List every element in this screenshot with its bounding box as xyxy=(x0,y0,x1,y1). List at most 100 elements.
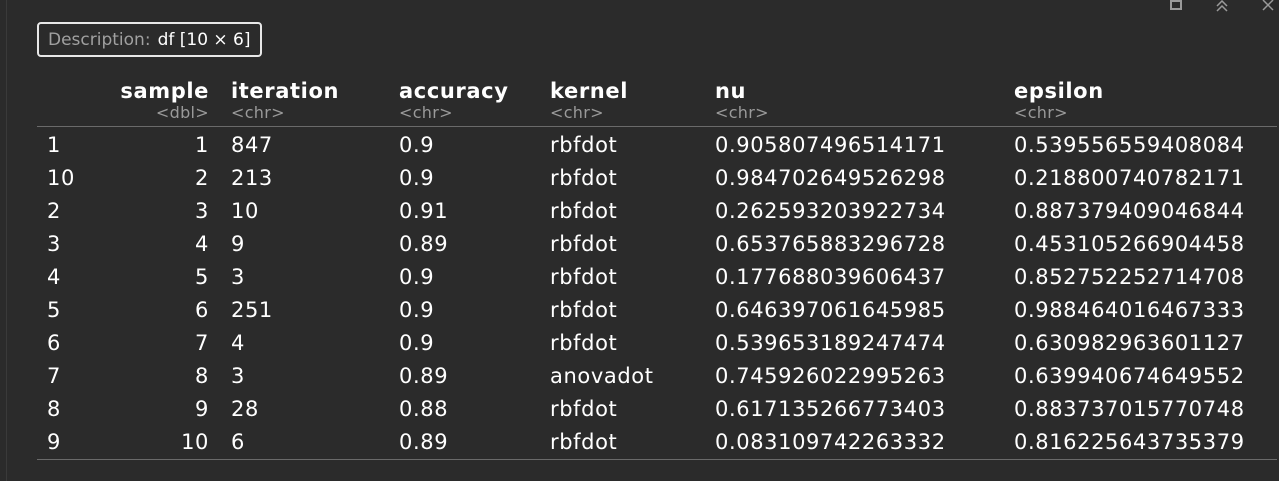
table-row: 3 4 9 0.89 rbfdot 0.653765883296728 0.45310526… xyxy=(37,228,1277,261)
column-name: epsilon xyxy=(1014,79,1104,103)
iteration-cell: 6 xyxy=(209,426,399,460)
description-badge: Description: df [10 × 6] xyxy=(37,22,262,57)
accuracy-cell: 0.9 xyxy=(399,166,435,190)
sample-cell: 8 xyxy=(195,364,209,388)
nu-cell: 0.083109742263332 xyxy=(701,426,1014,460)
epsilon-cell: 0.816225643735379 xyxy=(1014,426,1277,460)
column-type: <chr> xyxy=(715,103,769,122)
table-row: 5 6 251 0.9 rbfdot 0.646397061645985 0.9884640… xyxy=(37,294,1277,327)
kernel-cell: rbfdot xyxy=(550,265,618,289)
sample-cell: 3 xyxy=(195,199,209,223)
column-header-sample[interactable]: sample <dbl> xyxy=(107,76,209,127)
iteration-cell: 10 xyxy=(231,199,259,223)
table-row: 2 3 10 0.91 rbfdot 0.262593203922734 0.8873794… xyxy=(37,195,1277,228)
column-name: iteration xyxy=(231,79,340,103)
column-type: <chr> xyxy=(550,103,604,122)
nu-cell: 0.653765883296728 xyxy=(715,232,946,256)
accuracy-cell: 0.91 xyxy=(399,199,449,223)
row-name-cell: 4 xyxy=(47,265,61,289)
data-viewer-panel: Description: df [10 × 6] sample <dbl> it… xyxy=(0,0,1279,481)
iteration-cell: 9 xyxy=(231,232,245,256)
epsilon-cell: 0.883737015770748 xyxy=(1014,397,1245,421)
accuracy-cell: 0.89 xyxy=(399,232,449,256)
column-type: <chr> xyxy=(1014,103,1068,122)
column-header-rownames xyxy=(37,76,107,127)
iteration-cell: 213 xyxy=(231,166,273,190)
sample-cell: 2 xyxy=(195,166,209,190)
kernel-cell: rbfdot xyxy=(550,331,618,355)
column-type: <dbl> xyxy=(155,103,209,122)
row-name-cell: 7 xyxy=(47,364,61,388)
broom-icon[interactable] xyxy=(1165,0,1187,16)
column-header-kernel[interactable]: kernel <chr> xyxy=(550,76,701,127)
close-icon[interactable] xyxy=(1257,0,1279,16)
kernel-cell: rbfdot xyxy=(550,133,618,157)
iteration-cell: 847 xyxy=(231,133,273,157)
sample-cell: 6 xyxy=(195,298,209,322)
table-row: 6 7 4 0.9 rbfdot 0.539653189247474 0.630982963… xyxy=(37,327,1277,360)
table-row: 1 1 847 0.9 rbfdot 0.905807496514171 0.5395565… xyxy=(37,127,1277,163)
row-name-cell: 9 xyxy=(37,426,107,460)
iteration-cell: 4 xyxy=(231,331,245,355)
column-type: <chr> xyxy=(399,103,453,122)
accuracy-cell: 0.89 xyxy=(399,364,449,388)
row-name-cell: 1 xyxy=(47,133,61,157)
nu-cell: 0.984702649526298 xyxy=(715,166,946,190)
sample-cell: 10 xyxy=(107,426,209,460)
data-table-container: sample <dbl> iteration <chr> accuracy <c… xyxy=(37,76,1277,460)
nu-cell: 0.177688039606437 xyxy=(715,265,946,289)
kernel-cell: rbfdot xyxy=(550,298,618,322)
nu-cell: 0.646397061645985 xyxy=(715,298,946,322)
table-header-row: sample <dbl> iteration <chr> accuracy <c… xyxy=(37,76,1277,127)
column-header-epsilon[interactable]: epsilon <chr> xyxy=(1014,76,1277,127)
nu-cell: 0.262593203922734 xyxy=(715,199,946,223)
column-header-iteration[interactable]: iteration <chr> xyxy=(209,76,399,127)
column-name: sample xyxy=(120,79,209,103)
table-body: 1 1 847 0.9 rbfdot 0.905807496514171 0.5395565… xyxy=(37,127,1277,460)
kernel-cell: rbfdot xyxy=(550,166,618,190)
description-value: df [10 × 6] xyxy=(157,29,251,50)
row-name-cell: 8 xyxy=(47,397,61,421)
table-row: 9 10 6 0.89 rbfdot 0.083109742263332 0.8162256… xyxy=(37,426,1277,460)
epsilon-cell: 0.218800740782171 xyxy=(1014,166,1245,190)
nu-cell: 0.617135266773403 xyxy=(715,397,946,421)
row-name-cell: 10 xyxy=(47,166,75,190)
accuracy-cell: 0.88 xyxy=(399,397,449,421)
epsilon-cell: 0.639940674649552 xyxy=(1014,364,1245,388)
table-row: 8 9 28 0.88 rbfdot 0.617135266773403 0.8837370… xyxy=(37,393,1277,426)
column-header-nu[interactable]: nu <chr> xyxy=(701,76,1014,127)
table-row: 7 8 3 0.89 anovadot 0.745926022995263 0.639940… xyxy=(37,360,1277,393)
epsilon-cell: 0.630982963601127 xyxy=(1014,331,1245,355)
accuracy-cell: 0.9 xyxy=(399,331,435,355)
panel-toolbar xyxy=(1141,0,1279,16)
kernel-cell: rbfdot xyxy=(550,426,701,460)
iteration-cell: 251 xyxy=(231,298,273,322)
row-name-cell: 5 xyxy=(47,298,61,322)
accuracy-cell: 0.9 xyxy=(399,265,435,289)
column-type: <chr> xyxy=(231,103,285,122)
epsilon-cell: 0.539556559408084 xyxy=(1014,133,1245,157)
iteration-cell: 3 xyxy=(231,364,245,388)
accuracy-cell: 0.9 xyxy=(399,298,435,322)
kernel-cell: rbfdot xyxy=(550,397,618,421)
epsilon-cell: 0.453105266904458 xyxy=(1014,232,1245,256)
epsilon-cell: 0.988464016467333 xyxy=(1014,298,1245,322)
data-table: sample <dbl> iteration <chr> accuracy <c… xyxy=(37,76,1277,460)
sample-cell: 5 xyxy=(195,265,209,289)
description-label: Description: xyxy=(48,29,151,50)
column-name: kernel xyxy=(550,79,628,103)
nu-cell: 0.745926022995263 xyxy=(715,364,946,388)
kernel-cell: rbfdot xyxy=(550,232,618,256)
iteration-cell: 3 xyxy=(231,265,245,289)
collapse-up-icon[interactable] xyxy=(1211,0,1233,16)
kernel-cell: anovadot xyxy=(550,364,654,388)
nu-cell: 0.539653189247474 xyxy=(715,331,946,355)
sample-cell: 9 xyxy=(195,397,209,421)
panel-divider xyxy=(6,0,7,481)
sample-cell: 7 xyxy=(195,331,209,355)
column-name: accuracy xyxy=(399,79,509,103)
epsilon-cell: 0.852752252714708 xyxy=(1014,265,1245,289)
sample-cell: 4 xyxy=(195,232,209,256)
kernel-cell: rbfdot xyxy=(550,199,618,223)
column-header-accuracy[interactable]: accuracy <chr> xyxy=(399,76,550,127)
